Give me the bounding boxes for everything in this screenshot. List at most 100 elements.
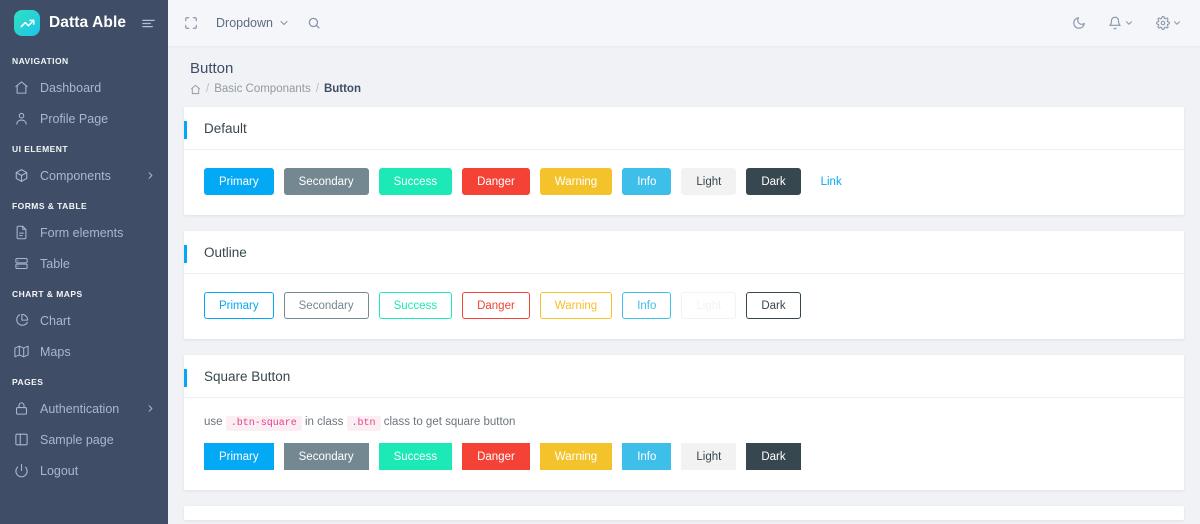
chevron-right-icon xyxy=(145,403,156,414)
box-icon xyxy=(13,167,30,184)
square-dark-button[interactable]: Dark xyxy=(746,443,801,470)
outline-dark-button[interactable]: Dark xyxy=(746,292,801,319)
default-warning-button[interactable]: Warning xyxy=(539,168,613,195)
sidebar-nav: NAVIGATION Dashboard Profile Page UI ELEMEN… xyxy=(0,46,168,486)
outline-light-button[interactable]: Light xyxy=(681,292,737,319)
menu-toggle-icon[interactable] xyxy=(141,16,156,31)
dropdown-label: Dropdown xyxy=(216,16,273,30)
square-light-button[interactable]: Light xyxy=(681,443,737,470)
outline-info-button[interactable]: Info xyxy=(622,292,672,319)
square-info-button[interactable]: Info xyxy=(622,443,672,470)
hint-pre: use xyxy=(204,416,223,428)
sidebar-item-label: Authentication xyxy=(40,401,120,416)
default-danger-button[interactable]: Danger xyxy=(462,168,530,195)
brand-name: Datta Able xyxy=(49,14,127,31)
card-body: Primary Secondary Success Danger Warning Info… xyxy=(184,150,1184,215)
sidebar-item-dashboard[interactable]: Dashboard xyxy=(0,72,168,103)
sidebar-item-profile-page[interactable]: Profile Page xyxy=(0,103,168,134)
square-warning-button[interactable]: Warning xyxy=(539,443,613,470)
sidebar-item-label: Chart xyxy=(40,313,71,328)
card-outline: Outline Primary Secondary Success Danger War… xyxy=(184,231,1184,339)
sidebar-item-authentication[interactable]: Authentication xyxy=(0,393,168,424)
breadcrumb-item-current: Button xyxy=(323,83,361,95)
sidebar-item-chart[interactable]: Chart xyxy=(0,305,168,336)
map-icon xyxy=(13,343,30,360)
card-body: Primary Secondary Success Danger Warning Info… xyxy=(184,274,1184,339)
bell-icon xyxy=(1108,16,1122,30)
default-dark-button[interactable]: Dark xyxy=(746,168,801,195)
topbar-right xyxy=(1072,16,1182,30)
notifications-button[interactable] xyxy=(1108,16,1134,30)
power-icon xyxy=(13,462,30,479)
breadcrumb-separator: / xyxy=(315,83,319,95)
sidebar-item-table[interactable]: Table xyxy=(0,248,168,279)
breadcrumb: / Basic Componants / Button xyxy=(190,83,1180,95)
square-secondary-button[interactable]: Secondary xyxy=(283,443,369,470)
sidebar-item-sample-page[interactable]: Sample page xyxy=(0,424,168,455)
user-icon xyxy=(13,110,30,127)
default-primary-button[interactable]: Primary xyxy=(204,168,274,195)
default-success-button[interactable]: Success xyxy=(378,168,453,195)
sidebar-caption-ui-element: UI ELEMENT xyxy=(12,144,68,154)
hint-post: class to get square button xyxy=(383,416,516,428)
default-light-button[interactable]: Light xyxy=(681,168,737,195)
topbar: Dropdown xyxy=(168,0,1200,46)
card-title: Default xyxy=(204,121,247,136)
hint-code-btn: .btn xyxy=(346,416,381,431)
card-title: Square Button xyxy=(204,369,291,384)
card-default: Default Primary Secondary Success Danger War… xyxy=(184,107,1184,215)
maximize-icon[interactable] xyxy=(184,16,198,30)
card-header: Outline xyxy=(184,231,1184,274)
settings-button[interactable] xyxy=(1156,16,1182,30)
square-danger-button[interactable]: Danger xyxy=(462,443,530,470)
default-secondary-button[interactable]: Secondary xyxy=(283,168,369,195)
outline-secondary-button[interactable]: Secondary xyxy=(283,292,369,319)
chevron-down-icon xyxy=(278,17,290,29)
dropdown-menu[interactable]: Dropdown xyxy=(216,16,290,30)
sidebar-item-form-elements[interactable]: Form elements xyxy=(0,217,168,248)
home-icon xyxy=(13,79,30,96)
card-body: use .btn-square in class .btn class to g… xyxy=(184,398,1184,490)
card-next-partial xyxy=(184,506,1184,520)
file-text-icon xyxy=(13,224,30,241)
breadcrumb-item-parent[interactable]: Basic Componants xyxy=(214,83,311,95)
sidebar-item-maps[interactable]: Maps xyxy=(0,336,168,367)
gear-icon xyxy=(1156,16,1170,30)
sidebar-item-logout[interactable]: Logout xyxy=(0,455,168,486)
card-header: Square Button xyxy=(184,355,1184,398)
card-title: Outline xyxy=(204,245,247,260)
sidebar-item-label: Dashboard xyxy=(40,80,102,95)
outline-warning-button[interactable]: Warning xyxy=(539,292,613,319)
sidebar-item-components[interactable]: Components xyxy=(0,160,168,191)
home-icon[interactable] xyxy=(190,84,201,95)
sidebar-icon xyxy=(13,431,30,448)
sidebar-item-label: Profile Page xyxy=(40,111,109,126)
app-root: Datta Able NAVIGATION Dashboard Profile Pa… xyxy=(0,0,1200,524)
moon-icon xyxy=(1072,16,1086,30)
hint-mid: in class xyxy=(304,416,344,428)
sidebar-item-label: Sample page xyxy=(40,432,114,447)
card-header: Default xyxy=(184,107,1184,150)
sidebar-caption-forms-table: FORMS & TABLE xyxy=(12,201,88,211)
page-header: Button / Basic Componants / Button xyxy=(184,46,1184,107)
dark-mode-toggle[interactable] xyxy=(1072,16,1086,30)
sidebar-item-label: Logout xyxy=(40,463,79,478)
default-info-button[interactable]: Info xyxy=(622,168,672,195)
sidebar-caption-pages: PAGES xyxy=(12,377,44,387)
server-icon xyxy=(13,255,30,272)
breadcrumb-separator: / xyxy=(206,83,210,95)
pie-chart-icon xyxy=(13,312,30,329)
sidebar-item-label: Components xyxy=(40,168,111,183)
square-primary-button[interactable]: Primary xyxy=(204,443,274,470)
sidebar-caption-navigation: NAVIGATION xyxy=(12,56,69,66)
default-link-button[interactable]: Link xyxy=(811,176,852,188)
square-success-button[interactable]: Success xyxy=(378,443,453,470)
page-title: Button xyxy=(190,60,234,77)
page-content: Button / Basic Componants / Button Defau… xyxy=(168,46,1200,524)
default-button-row: Primary Secondary Success Danger Warning Info… xyxy=(204,168,1164,195)
outline-success-button[interactable]: Success xyxy=(378,292,453,319)
outline-danger-button[interactable]: Danger xyxy=(462,292,530,319)
outline-primary-button[interactable]: Primary xyxy=(204,292,274,319)
lock-icon xyxy=(13,400,30,417)
search-icon[interactable] xyxy=(307,16,321,30)
